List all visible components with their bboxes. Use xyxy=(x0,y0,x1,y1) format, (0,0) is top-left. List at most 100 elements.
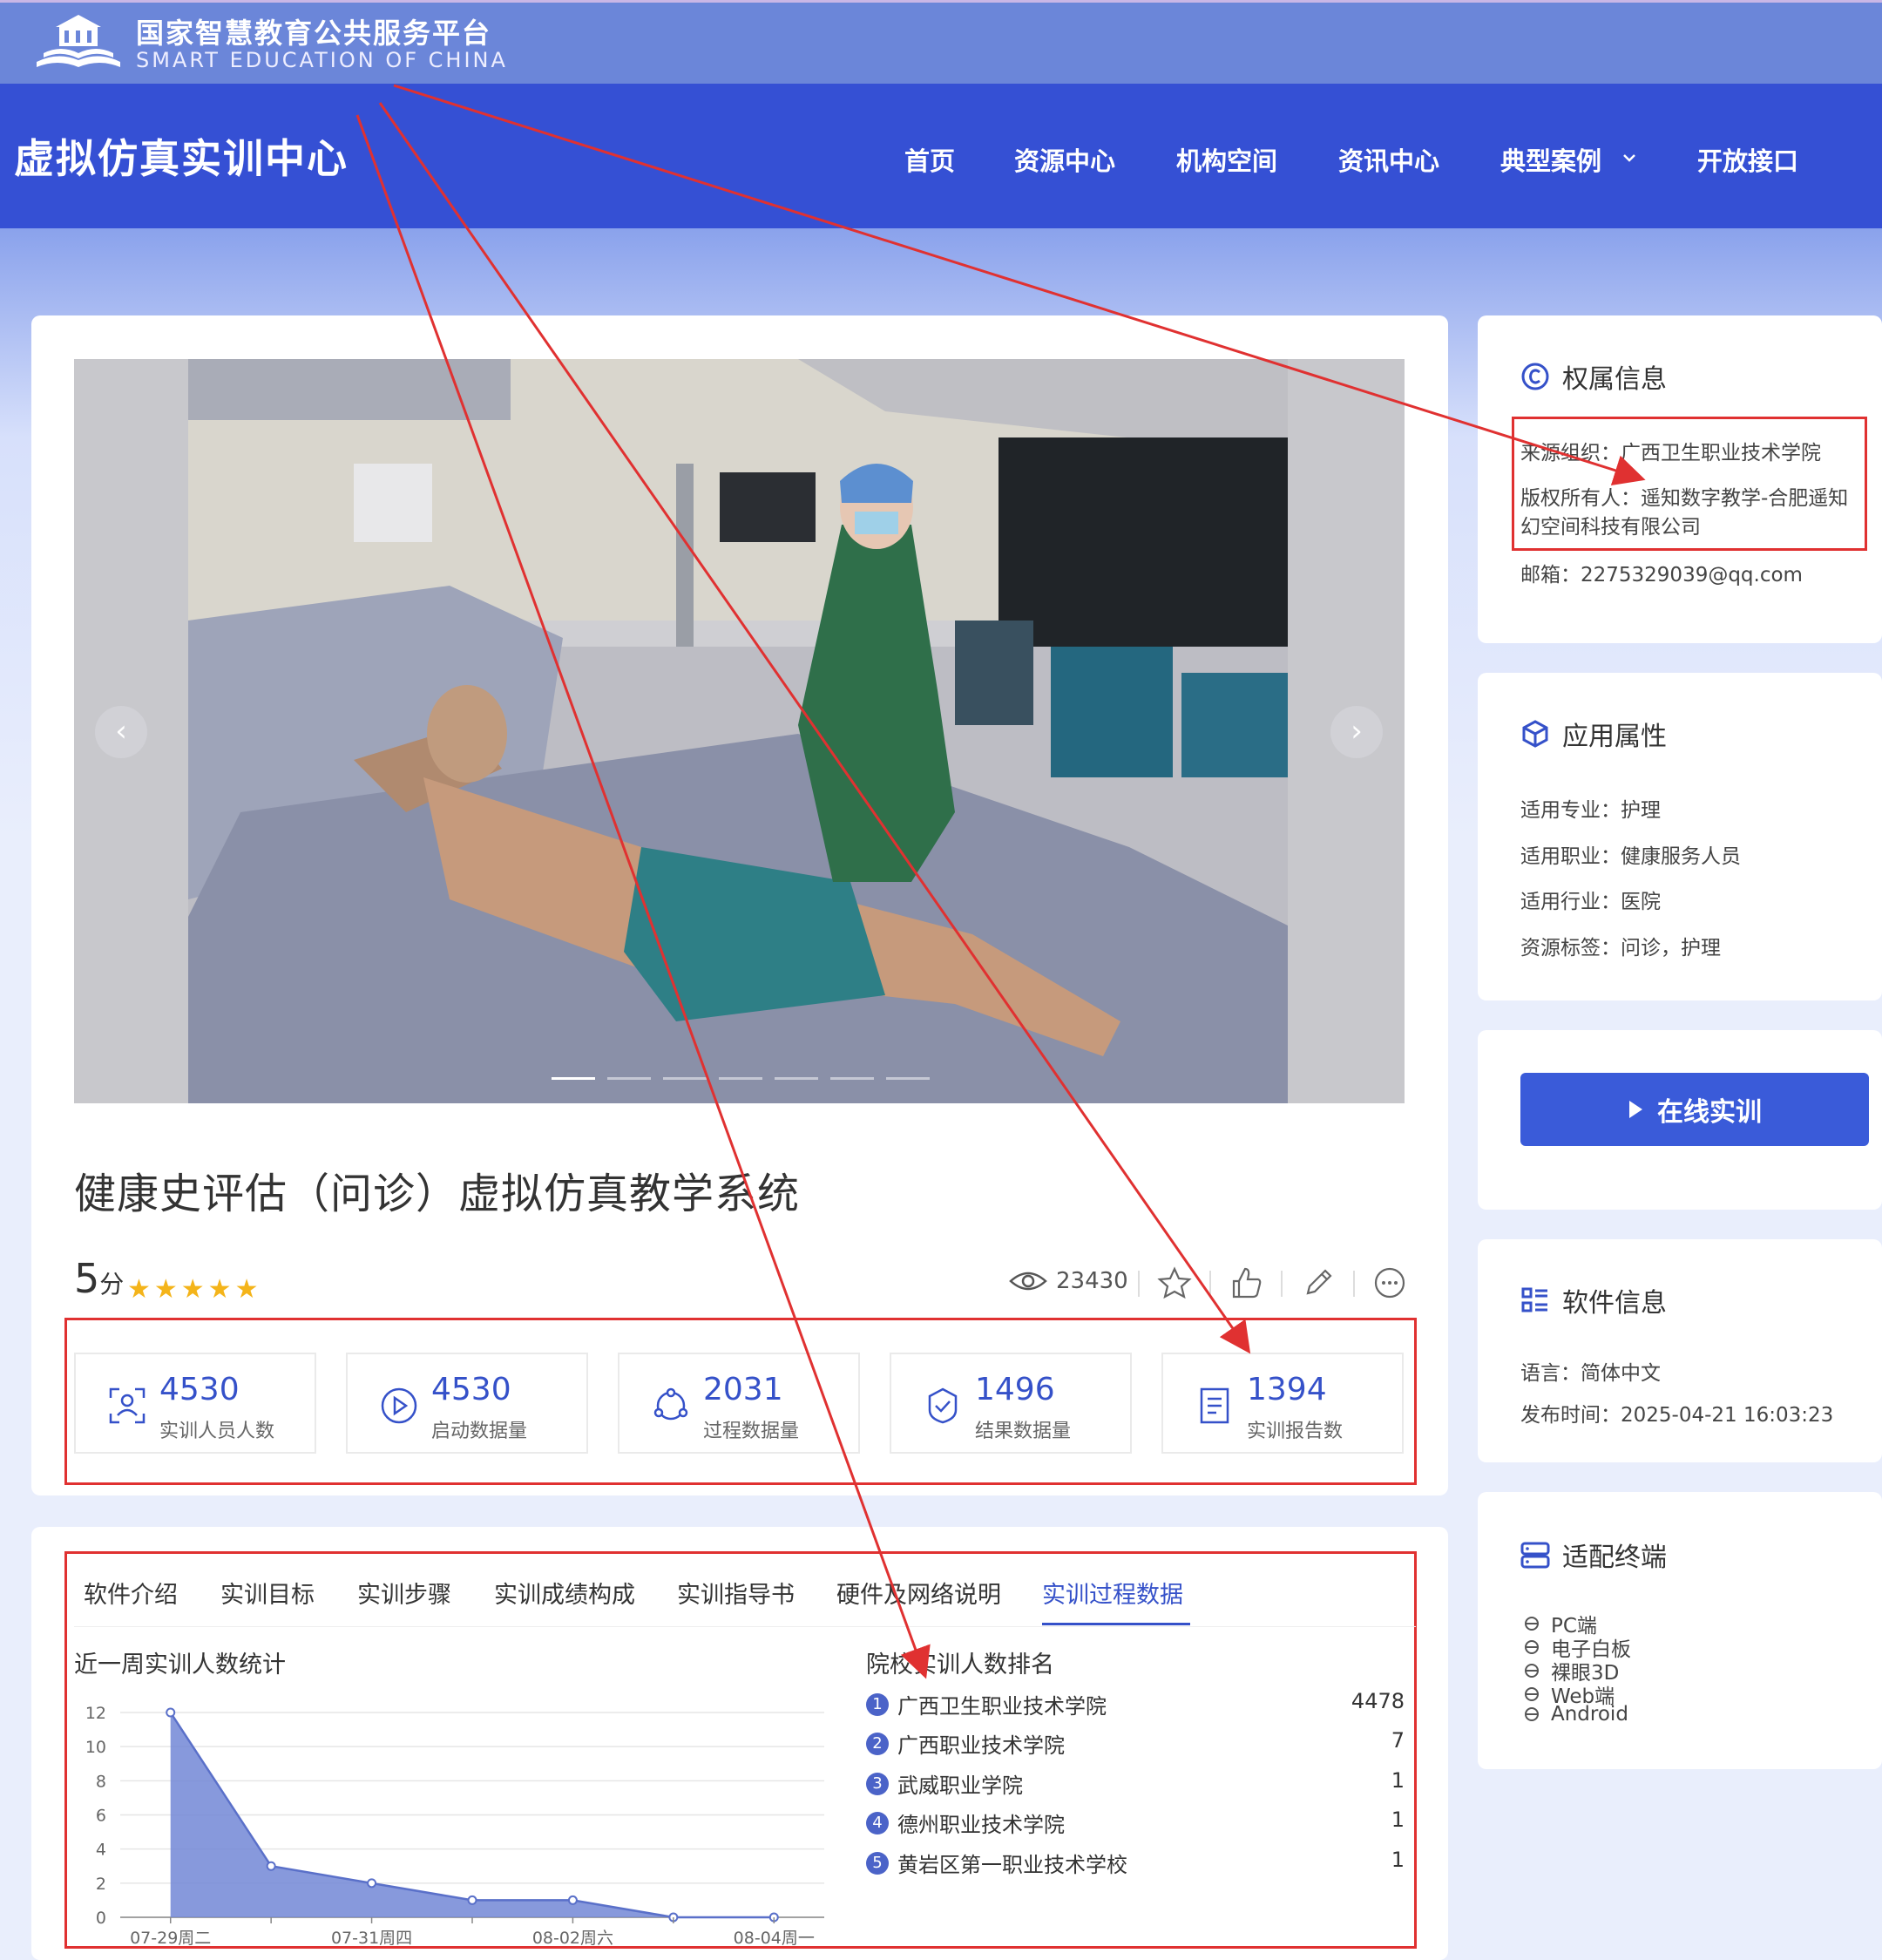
ranking-item: 2 广西职业技术学院 xyxy=(866,1728,1065,1759)
site-title[interactable]: 虚拟仿真实训中心 xyxy=(14,127,349,185)
resource-tags: 资源标签：问诊，护理 xyxy=(1520,937,1721,960)
rank-badge: 3 xyxy=(866,1772,889,1795)
tab-training-goal[interactable]: 实训目标 xyxy=(220,1576,315,1610)
rating-score-unit: 分 xyxy=(99,1270,125,1299)
nav-resource-center[interactable]: 资源中心 xyxy=(1014,141,1115,178)
y-tick-label: 2 xyxy=(96,1875,106,1894)
device-icon xyxy=(1520,1542,1550,1569)
applicable-industry: 适用行业：医院 xyxy=(1520,891,1661,913)
carousel-dot[interactable] xyxy=(552,1077,595,1080)
copyright-icon xyxy=(1521,363,1549,390)
view-count-value: 23430 xyxy=(1056,1268,1128,1294)
chevron-down-icon[interactable] xyxy=(1621,152,1637,164)
tab-score-composition[interactable]: 实训成绩构成 xyxy=(494,1576,635,1610)
software-title-text: 软件信息 xyxy=(1562,1288,1667,1319)
ranking-item: 5 黄岩区第一职业技术学校 xyxy=(866,1848,1127,1878)
data-point xyxy=(266,1861,276,1871)
platform-name-en: SMART EDUCATION OF CHINA xyxy=(136,48,508,72)
software-release-time: 发布时间：2025-04-21 16:03:23 xyxy=(1520,1404,1834,1427)
nav-home[interactable]: 首页 xyxy=(904,141,955,178)
image-carousel[interactable]: ‹ › xyxy=(74,359,1405,1103)
check-result-icon xyxy=(928,1387,958,1424)
copyright-owner-line2: 幻空间科技有限公司 xyxy=(1520,516,1701,539)
y-tick-label: 8 xyxy=(96,1772,106,1791)
source-org: 来源组织：广西卫生职业技术学院 xyxy=(1520,442,1821,465)
copyright-owner-line1: 版权所有人：遥知数字教学-合肥遥知 xyxy=(1520,487,1849,510)
applicable-major: 适用专业：护理 xyxy=(1520,799,1661,822)
carousel-dot[interactable] xyxy=(886,1077,930,1080)
thumbs-up-icon[interactable] xyxy=(1229,1265,1263,1300)
cube-icon xyxy=(1522,720,1548,748)
process-icon xyxy=(653,1387,688,1421)
terminal-bullet-icon xyxy=(1525,1617,1539,1631)
platform-name: 国家智慧教育公共服务平台 xyxy=(136,17,492,50)
x-tick-label: 08-04周一 xyxy=(734,1929,815,1948)
carousel-dot[interactable] xyxy=(663,1077,707,1080)
x-tick-label: 07-29周二 xyxy=(130,1929,211,1948)
carousel-next-button[interactable]: › xyxy=(1330,706,1383,758)
tab-guide-book[interactable]: 实训指导书 xyxy=(677,1576,795,1610)
tab-software-intro[interactable]: 软件介绍 xyxy=(84,1576,178,1610)
nav-open-api[interactable]: 开放接口 xyxy=(1697,141,1798,178)
edit-pencil-icon[interactable] xyxy=(1301,1265,1336,1300)
user-scan-icon xyxy=(109,1387,146,1424)
rank-badge: 2 xyxy=(866,1732,889,1755)
eye-icon xyxy=(1009,1272,1047,1291)
ranking-title: 院校实训人数排名 xyxy=(866,1651,1054,1679)
tab-hardware-network[interactable]: 硬件及网络说明 xyxy=(836,1576,1001,1610)
nav-news-center[interactable]: 资讯中心 xyxy=(1338,141,1439,178)
stat-label: 启动数据量 xyxy=(431,1421,528,1442)
ranking-item: 3 武威职业学院 xyxy=(866,1768,1023,1799)
carousel-dot[interactable] xyxy=(607,1077,651,1080)
terminal-bullet-icon xyxy=(1525,1707,1539,1721)
stat-reports: 1394 实训报告数 xyxy=(1161,1353,1404,1454)
applicable-occupation: 适用职业：健康服务人员 xyxy=(1520,845,1741,868)
weekly-trainee-chart: 0 2 4 6 8 10 12 07-29周二 07-31周四 08-02周六 08-04周一 xyxy=(85,1704,824,1948)
y-tick-label: 12 xyxy=(85,1704,106,1723)
tab-divider xyxy=(74,1626,1416,1627)
terminal-item: Android xyxy=(1523,1703,1628,1726)
rating-score: 5分 xyxy=(74,1255,124,1302)
carousel-dot[interactable] xyxy=(775,1077,818,1080)
ranking-item: 4 德州职业技术学院 xyxy=(866,1807,1065,1838)
rank-badge: 4 xyxy=(866,1811,889,1835)
nav-org-space[interactable]: 机构空间 xyxy=(1176,141,1277,178)
contact-email: 邮箱：2275329039@qq.com xyxy=(1520,564,1803,587)
data-point xyxy=(467,1895,477,1905)
weekly-chart-title: 近一周实训人数统计 xyxy=(74,1651,286,1679)
ranking-item: 1 广西卫生职业技术学院 xyxy=(866,1689,1107,1719)
terminal-bullet-icon xyxy=(1525,1687,1539,1701)
list-icon xyxy=(1521,1287,1547,1312)
data-point xyxy=(367,1878,377,1889)
carousel-dot[interactable] xyxy=(719,1077,762,1080)
stat-result-data: 1496 结果数据量 xyxy=(890,1353,1132,1454)
main-navbar: 虚拟仿真实训中心 首页 资源中心 机构空间 资讯中心 典型案例 开放接口 xyxy=(0,84,1882,228)
online-training-label: 在线实训 xyxy=(1657,1097,1762,1128)
stat-value: 2031 xyxy=(703,1372,783,1407)
ownership-title-text: 权属信息 xyxy=(1562,364,1667,395)
tab-training-steps[interactable]: 实训步骤 xyxy=(357,1576,451,1610)
rating-score-value: 5 xyxy=(74,1255,100,1302)
platform-logo-icon[interactable] xyxy=(31,10,125,74)
more-icon[interactable] xyxy=(1372,1265,1407,1300)
rank-badge: 5 xyxy=(866,1851,889,1875)
tab-process-data[interactable]: 实训过程数据 xyxy=(1042,1576,1183,1610)
rank-value: 4478 xyxy=(1351,1689,1405,1713)
app-attrs-title: 应用属性 xyxy=(1520,715,1667,753)
stat-label: 结果数据量 xyxy=(975,1421,1072,1442)
y-tick-label: 10 xyxy=(85,1738,106,1757)
carousel-dot[interactable] xyxy=(830,1077,874,1080)
data-point xyxy=(567,1895,578,1905)
stat-launches: 4530 启动数据量 xyxy=(346,1353,588,1454)
stat-value: 4530 xyxy=(159,1372,240,1407)
carousel-prev-button[interactable]: ‹ xyxy=(95,706,147,758)
nav-typical-cases[interactable]: 典型案例 xyxy=(1500,141,1601,178)
favorite-star-icon[interactable] xyxy=(1157,1265,1192,1300)
active-tab-indicator xyxy=(1042,1623,1190,1625)
online-training-button[interactable]: 在线实训 xyxy=(1520,1073,1869,1146)
rank-school: 广西卫生职业技术学院 xyxy=(897,1694,1107,1719)
data-point xyxy=(166,1707,176,1718)
resource-title: 健康史评估（问诊）虚拟仿真教学系统 xyxy=(74,1170,801,1218)
terminals-title: 适配终端 xyxy=(1520,1536,1667,1574)
terminal-label: Android xyxy=(1551,1703,1628,1726)
